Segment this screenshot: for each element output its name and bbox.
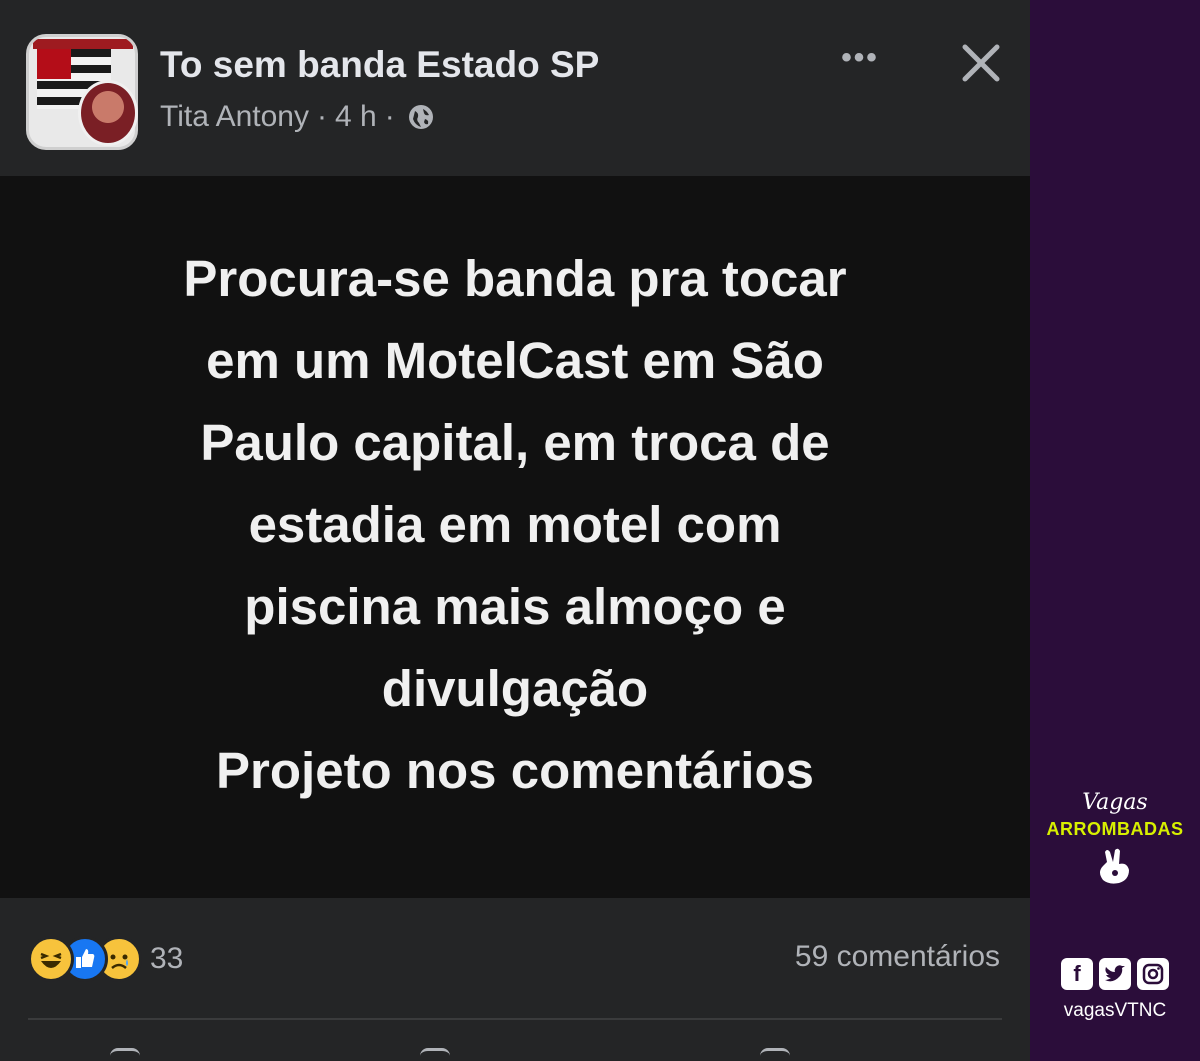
share-action-button[interactable]: [760, 1048, 790, 1061]
post-meta: Tita Antony · 4 h ·: [160, 100, 435, 134]
reactions-summary[interactable]: 33: [28, 936, 183, 982]
watermark-sidebar: Vagas ARROMBADAS f vagasVTNC: [1030, 0, 1200, 1061]
like-action-button[interactable]: [110, 1048, 140, 1061]
haha-icon: [28, 936, 74, 982]
facebook-post: To sem banda Estado SP Tita Antony · 4 h…: [0, 0, 1030, 1061]
more-options-button[interactable]: •••: [828, 38, 892, 78]
meta-separator-2: ·: [384, 100, 395, 133]
twitter-icon[interactable]: [1099, 958, 1131, 990]
avatar-strip: [33, 39, 133, 49]
author-avatar[interactable]: [78, 80, 138, 146]
post-header: To sem banda Estado SP Tita Antony · 4 h…: [0, 0, 1030, 176]
meta-separator: ·: [316, 100, 327, 133]
brand-script-text: Vagas: [1082, 790, 1148, 815]
author-name[interactable]: Tita Antony: [160, 100, 309, 134]
facebook-icon[interactable]: f: [1061, 958, 1093, 990]
instagram-icon[interactable]: [1137, 958, 1169, 990]
group-name[interactable]: To sem banda Estado SP: [160, 44, 599, 86]
sp-flag-corner: [37, 49, 71, 79]
post-content: Procura-se banda pra tocar em um MotelCa…: [0, 176, 1030, 898]
post-text: Procura-se banda pra tocar em um MotelCa…: [183, 249, 847, 799]
comments-count[interactable]: 59 comentários: [795, 940, 1000, 974]
watermark-handle: vagasVTNC: [1063, 1000, 1167, 1021]
close-button[interactable]: [952, 34, 1010, 92]
post-time[interactable]: 4 h: [335, 100, 377, 134]
comment-action-button[interactable]: [420, 1048, 450, 1061]
close-icon: [962, 44, 1000, 82]
reaction-count: 33: [150, 942, 184, 975]
brand-bold-text: ARROMBADAS: [1046, 819, 1184, 839]
footer-divider: [28, 1018, 1002, 1020]
hand-gesture-icon: [1100, 848, 1129, 884]
social-links: f: [1030, 958, 1200, 990]
globe-icon: [407, 103, 435, 131]
brand-logo: Vagas ARROMBADAS: [1030, 790, 1200, 891]
